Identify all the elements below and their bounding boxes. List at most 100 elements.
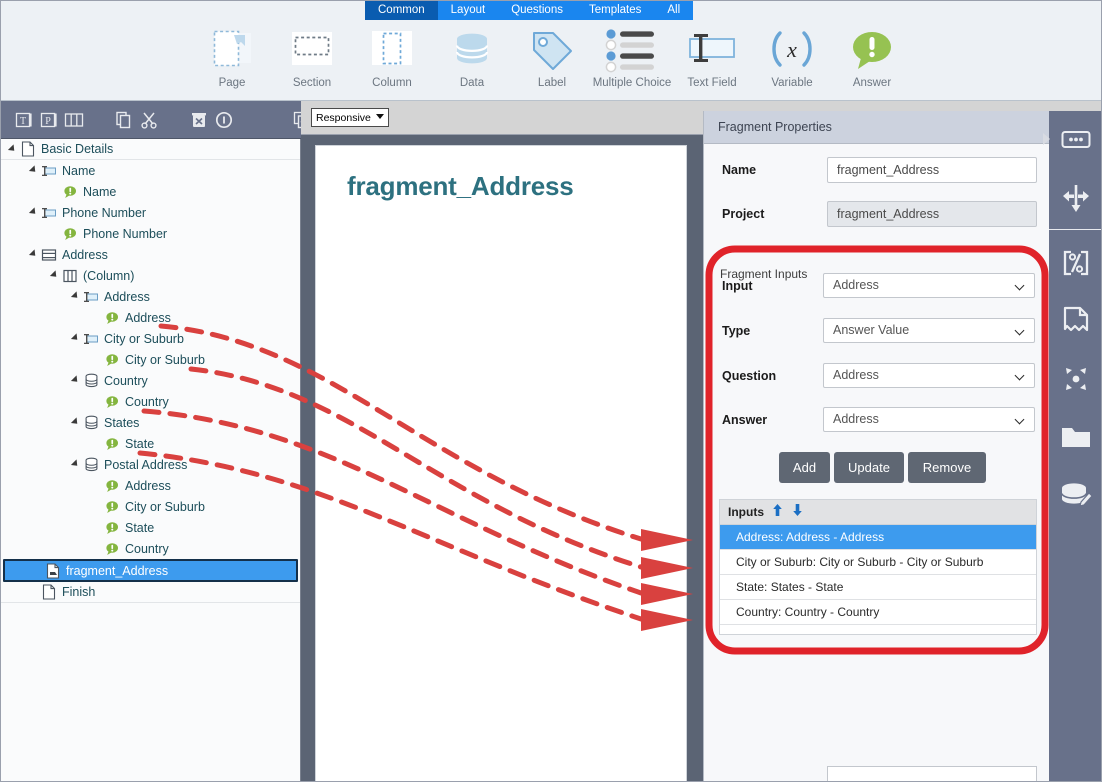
- name-label: Name: [722, 163, 757, 177]
- text-tool-button[interactable]: T: [13, 109, 35, 131]
- tree-node[interactable]: Postal Address: [1, 454, 300, 475]
- move-up-icon[interactable]: [771, 503, 784, 522]
- responsive-mode-select[interactable]: Responsive: [311, 108, 389, 127]
- ribbon-tab-common[interactable]: Common: [365, 1, 438, 20]
- columns-tool-button[interactable]: [63, 109, 85, 131]
- update-button[interactable]: Update: [834, 452, 904, 483]
- tree-node[interactable]: Address: [1, 286, 300, 307]
- ribbon-item-section[interactable]: Section: [272, 20, 352, 89]
- ribbon-item-label: Answer: [852, 77, 892, 89]
- delete-tool-button[interactable]: [188, 109, 210, 131]
- answer-icon: [61, 183, 79, 201]
- tree-node[interactable]: Country: [1, 538, 300, 559]
- ribbon-item-multiple-choice[interactable]: Multiple Choice: [592, 20, 672, 89]
- ribbon-tab-templates[interactable]: Templates: [575, 1, 655, 20]
- tree-expand-toggle-icon[interactable]: [69, 370, 82, 391]
- chevron-down-icon: [1016, 282, 1025, 291]
- tree-node[interactable]: States: [1, 412, 300, 433]
- tree-expand-toggle-icon[interactable]: [69, 286, 82, 307]
- tree-node[interactable]: Name: [1, 160, 300, 181]
- remove-button[interactable]: Remove: [908, 452, 986, 483]
- tree-node[interactable]: Basic Details: [1, 139, 300, 160]
- database-edit-rail-icon[interactable]: [1049, 466, 1101, 524]
- canvas-page[interactable]: fragment_Address: [315, 145, 687, 781]
- move-down-icon[interactable]: [791, 503, 804, 522]
- tree-node[interactable]: Country: [1, 391, 300, 412]
- tree-expand-toggle-icon[interactable]: [48, 265, 61, 286]
- tree-node[interactable]: State: [1, 433, 300, 454]
- question-select[interactable]: Address: [823, 363, 1035, 388]
- ribbon-tab-layout[interactable]: Layout: [437, 1, 499, 20]
- ribbon-tab-all[interactable]: All: [654, 1, 694, 20]
- tree-expand-toggle-icon[interactable]: [69, 454, 82, 475]
- answer-select[interactable]: Address: [823, 407, 1035, 432]
- tree-node[interactable]: Country: [1, 370, 300, 391]
- type-row: Type Answer Value: [704, 318, 1050, 348]
- form-tree-panel[interactable]: Basic Details Name Name Phone Number Phone N…: [1, 139, 301, 781]
- add-button[interactable]: Add: [779, 452, 830, 483]
- inputs-list-item[interactable]: State: States - State: [720, 575, 1036, 600]
- tree-node[interactable]: City or Suburb: [1, 496, 300, 517]
- tree-expand-toggle-icon[interactable]: [27, 202, 40, 223]
- ribbon-item-answer[interactable]: Answer: [832, 20, 912, 89]
- tree-expand-toggle-icon[interactable]: [27, 160, 40, 181]
- ribbon-item-column[interactable]: Column: [352, 20, 432, 89]
- ribbon-tab-questions[interactable]: Questions: [498, 1, 576, 20]
- tree-node[interactable]: Address: [1, 307, 300, 328]
- name-input[interactable]: fragment_Address: [827, 157, 1037, 183]
- project-label: Project: [722, 207, 765, 221]
- rail-expand-arrow-icon[interactable]: [1043, 133, 1050, 145]
- input-select-value: Address: [833, 278, 879, 292]
- svg-text:x: x: [786, 37, 797, 62]
- tree-twisty-spacer: [90, 307, 103, 328]
- flow-rail-icon[interactable]: [1049, 169, 1101, 227]
- properties-header-title: Fragment Properties: [718, 120, 832, 134]
- tree-expand-toggle-icon[interactable]: [69, 328, 82, 349]
- database-icon: [82, 372, 100, 390]
- input-select[interactable]: Address: [823, 273, 1035, 298]
- ribbon-item-variable[interactable]: x Variable: [752, 20, 832, 89]
- paragraph-tool-button[interactable]: P: [38, 109, 60, 131]
- ribbon-item-label[interactable]: Label: [512, 20, 592, 89]
- inputs-list[interactable]: Address: Address - Address City or Suburb…: [720, 525, 1036, 625]
- document-rail-icon[interactable]: [1049, 292, 1101, 350]
- type-select[interactable]: Answer Value: [823, 318, 1035, 343]
- folder-rail-icon[interactable]: [1049, 408, 1101, 466]
- answer-icon: [103, 351, 121, 369]
- tree-node[interactable]: Phone Number: [1, 202, 300, 223]
- cut-tool-button[interactable]: [138, 109, 160, 131]
- answer-icon: [61, 225, 79, 243]
- tree-node[interactable]: (Column): [1, 265, 300, 286]
- tree-node[interactable]: City or Suburb: [1, 328, 300, 349]
- ribbon-item-page[interactable]: Page: [192, 20, 272, 89]
- tree-twisty-spacer: [90, 475, 103, 496]
- textfield-icon: [40, 204, 58, 222]
- copy-tool-button[interactable]: [113, 109, 135, 131]
- ribbon-item-data[interactable]: Data: [432, 20, 512, 89]
- inputs-list-item-selected[interactable]: Address: Address - Address: [720, 525, 1036, 550]
- scatter-rail-icon[interactable]: [1049, 350, 1101, 408]
- tree-node[interactable]: Name: [1, 181, 300, 202]
- tree-node-selected[interactable]: fragment_Address: [3, 559, 298, 582]
- tree-expand-toggle-icon[interactable]: [6, 139, 19, 160]
- tree-expand-toggle-icon[interactable]: [27, 244, 40, 265]
- tree-node[interactable]: Address: [1, 244, 300, 265]
- percent-rail-icon[interactable]: [1049, 234, 1101, 292]
- tree-node[interactable]: Phone Number: [1, 223, 300, 244]
- right-icon-rail: [1043, 111, 1101, 781]
- tree-node-label: Phone Number: [83, 226, 168, 241]
- properties-rail-icon[interactable]: [1049, 111, 1101, 169]
- tree-node[interactable]: Address: [1, 475, 300, 496]
- info-tool-button[interactable]: [213, 109, 235, 131]
- inputs-list-item[interactable]: City or Suburb: City or Suburb - City or…: [720, 550, 1036, 575]
- answer-icon: [103, 540, 121, 558]
- inputs-list-item[interactable]: Country: Country - Country: [720, 600, 1036, 625]
- notes-textarea[interactable]: [827, 766, 1037, 781]
- ribbon-item-text-field[interactable]: Text Field: [672, 20, 752, 89]
- tree-node[interactable]: Finish: [1, 582, 300, 603]
- tree-node[interactable]: State: [1, 517, 300, 538]
- tree-node[interactable]: City or Suburb: [1, 349, 300, 370]
- tree-node-label: Address: [125, 310, 171, 325]
- name-row: Name fragment_Address: [704, 157, 1050, 187]
- tree-expand-toggle-icon[interactable]: [69, 412, 82, 433]
